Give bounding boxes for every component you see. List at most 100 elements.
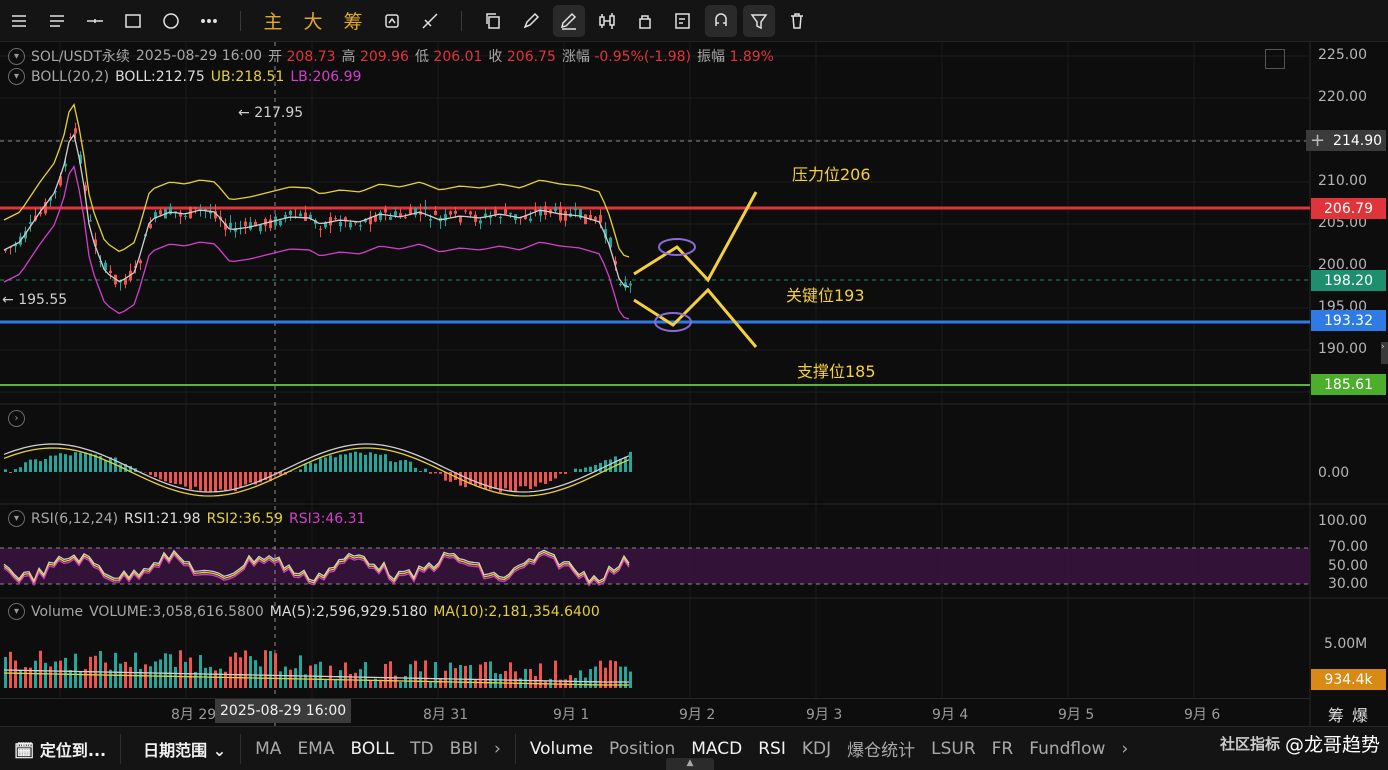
side-panel-toggle[interactable]: ›: [1381, 342, 1388, 364]
close-label: 收: [488, 49, 503, 65]
sub-kdj[interactable]: KDJ: [794, 739, 839, 759]
sub-fundflow[interactable]: Fundflow: [1021, 739, 1113, 759]
sub-fr[interactable]: FR: [984, 739, 1022, 759]
resistance-annotation: 压力位206: [792, 165, 871, 184]
macd-bar: [314, 463, 317, 472]
chevron-right-icon[interactable]: ›: [486, 739, 509, 759]
main-chart-button[interactable]: 主: [253, 7, 293, 34]
locate-button[interactable]: 🗓 定位到...: [0, 737, 114, 761]
volume-bar: [269, 651, 272, 688]
magnet-icon[interactable]: [705, 4, 737, 37]
sync-icon[interactable]: [373, 0, 411, 42]
indicator-bbi[interactable]: BBI: [442, 739, 486, 759]
collapse-icon[interactable]: ▾: [8, 47, 25, 65]
time-axis-right-label: 筹爆: [1327, 706, 1376, 725]
sub-position[interactable]: Position: [601, 739, 683, 759]
big-order-button[interactable]: 大: [293, 7, 333, 34]
chevron-right-icon[interactable]: ›: [1113, 739, 1136, 759]
lock-icon[interactable]: [626, 0, 664, 42]
sub-lsur[interactable]: LSUR: [923, 739, 984, 759]
rsi1-value: RSI1:21.98: [124, 510, 201, 527]
menu-icon[interactable]: [0, 0, 38, 42]
rsi-title[interactable]: RSI(6,12,24): [31, 511, 118, 527]
add-alert-icon[interactable]: +: [1310, 130, 1325, 151]
macd-bar: [599, 462, 602, 472]
volume-header: ▾ Volume VOLUME:3,058,616.5800 MA(5):2,5…: [8, 603, 600, 620]
candle-body: [619, 284, 622, 286]
boll-title[interactable]: BOLL(20,2): [31, 69, 109, 85]
candle-body: [564, 210, 567, 221]
drawing-toolbar: 主 大 筹: [0, 0, 1388, 42]
macd-bar: [219, 472, 222, 490]
volume-bar: [219, 668, 222, 688]
macd-bar: [74, 452, 77, 472]
candle-body: [89, 220, 92, 222]
candle-settings-icon[interactable]: [588, 0, 626, 42]
macd-bar: [29, 459, 32, 472]
brush-icon[interactable]: [553, 4, 585, 37]
circle-icon[interactable]: [152, 0, 190, 42]
horizontal-lines-icon[interactable]: [38, 0, 76, 42]
collapse-icon[interactable]: ▾: [8, 603, 25, 620]
volume-title[interactable]: Volume: [31, 604, 83, 620]
macd-bar: [214, 472, 217, 493]
date-range-button[interactable]: 日期范围 ⌄: [127, 737, 234, 761]
sub-volume[interactable]: Volume: [522, 739, 601, 759]
volume-bar: [609, 660, 612, 688]
candle-body: [249, 222, 252, 230]
volume-bar: [234, 652, 237, 688]
volume-bar: [474, 679, 477, 688]
macd-bar: [339, 454, 342, 472]
sub-liquidation[interactable]: 爆仓统计: [839, 736, 923, 761]
sub-rsi[interactable]: RSI: [750, 739, 794, 759]
sub-macd[interactable]: MACD: [683, 739, 750, 759]
more-icon[interactable]: [190, 0, 228, 42]
boll-lower: [3, 164, 630, 320]
indicator-td[interactable]: TD: [402, 739, 441, 759]
candle-body: [454, 210, 457, 214]
community-indicators[interactable]: 社区指标: [1220, 733, 1280, 754]
volume-bar: [179, 650, 182, 688]
expand-icon[interactable]: ›: [8, 410, 25, 427]
indicator-ema[interactable]: EMA: [289, 739, 342, 759]
measure-icon[interactable]: [411, 0, 449, 42]
edit-list-icon[interactable]: [664, 0, 702, 42]
macd-bar: [309, 462, 312, 472]
macd-bar: [404, 459, 407, 472]
macd-bar: [359, 452, 362, 472]
delete-icon[interactable]: [778, 0, 816, 42]
key-annotation: 关键位193: [786, 286, 865, 305]
candle-body: [244, 221, 247, 227]
candle-body: [534, 209, 537, 211]
fullscreen-icon[interactable]: [1265, 49, 1285, 69]
volume-bar: [44, 662, 47, 688]
rectangle-icon[interactable]: [114, 0, 152, 42]
filter-icon[interactable]: [743, 4, 775, 37]
macd-bar: [69, 455, 72, 472]
candle-body: [584, 214, 587, 225]
macd-bar: [429, 472, 432, 474]
panel-resize-handle[interactable]: ▲: [666, 758, 714, 770]
macd-bar: [19, 467, 22, 472]
volume-bar: [449, 662, 452, 688]
collapse-icon[interactable]: ▾: [8, 68, 25, 85]
volume-bar: [299, 655, 302, 688]
candle-body: [394, 211, 397, 216]
copy-icon[interactable]: [474, 0, 512, 42]
price-axis-tick: 220.00: [1318, 89, 1367, 105]
horizontal-ray-icon[interactable]: [76, 0, 114, 42]
macd-bar: [559, 472, 562, 474]
macd-bar: [584, 467, 587, 472]
price-chart[interactable]: [0, 42, 1388, 726]
macd-bar: [229, 472, 232, 490]
volume-bar: [534, 676, 537, 688]
macd-bar: [519, 472, 522, 487]
chip-button[interactable]: 筹: [333, 7, 373, 34]
collapse-icon[interactable]: ▾: [8, 510, 25, 527]
volume-bar: [174, 666, 177, 688]
volume-bar: [524, 668, 527, 688]
chart-area[interactable]: ▾ SOL/USDT永续 2025-08-29 16:00 开 208.73 高…: [0, 42, 1388, 726]
indicator-boll[interactable]: BOLL: [342, 739, 402, 759]
pen-icon[interactable]: [512, 0, 550, 42]
indicator-ma[interactable]: MA: [247, 739, 289, 759]
